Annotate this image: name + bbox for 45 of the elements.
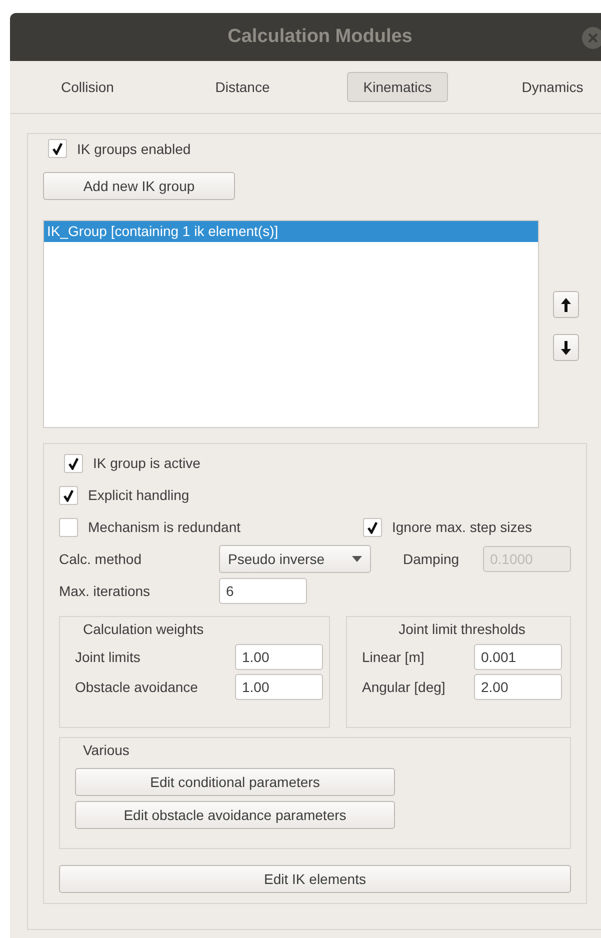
tab[interactable]: Dynamics xyxy=(506,72,600,102)
field-label: Damping xyxy=(402,551,460,567)
checkmark-icon xyxy=(52,142,63,155)
checkbox[interactable] xyxy=(64,454,83,472)
group-title: Various xyxy=(82,742,130,758)
checkbox-label: Mechanism is redundant xyxy=(88,519,241,535)
checkbox-label: Ignore max. step sizes xyxy=(392,519,532,535)
move-down-button[interactable] xyxy=(553,334,579,361)
checkbox-label: IK group is active xyxy=(93,455,200,471)
window-title: Calculation Modules xyxy=(228,26,412,48)
edit-parameters-button[interactable]: Edit conditional parameters xyxy=(75,768,395,796)
tab[interactable]: Collision xyxy=(45,72,130,102)
weight-field[interactable]: 1.00 xyxy=(235,644,323,670)
list-item[interactable]: IK_Group [containing 1 ik element(s)] xyxy=(44,221,538,242)
field-label: Linear [m] xyxy=(362,649,426,665)
checkbox[interactable] xyxy=(48,139,67,158)
checkmark-icon xyxy=(68,456,79,470)
field-label: Obstacle avoidance xyxy=(75,679,199,695)
group-title: Calculation weights xyxy=(82,621,205,637)
threshold-field[interactable]: 2.00 xyxy=(474,674,562,700)
checkmark-icon xyxy=(367,520,378,534)
down-arrow-icon xyxy=(561,340,571,354)
checkmark-icon xyxy=(63,488,74,502)
checkbox[interactable] xyxy=(363,518,382,536)
checkbox-label: Explicit handling xyxy=(88,487,190,503)
field-label: Max. iterations xyxy=(59,583,152,599)
move-up-button[interactable] xyxy=(553,291,579,318)
threshold-field[interactable]: 0.001 xyxy=(474,644,562,670)
add-group-button[interactable]: Add new IK group xyxy=(43,172,235,200)
field-label: Joint limits xyxy=(75,649,142,665)
edit-elements-button[interactable]: Edit IK elements xyxy=(59,865,571,893)
calc-method-dropdown[interactable]: Pseudo inverse xyxy=(219,545,371,573)
iterations-field[interactable]: 6 xyxy=(219,578,307,604)
checkbox-label: IK groups enabled xyxy=(77,140,191,156)
caret-icon xyxy=(352,556,362,562)
tab[interactable]: Kinematics xyxy=(347,72,448,102)
tab[interactable]: Distance xyxy=(199,72,286,102)
group-title: Joint limit thresholds xyxy=(398,621,526,637)
field-label: Angular [deg] xyxy=(362,679,446,695)
checkbox[interactable] xyxy=(59,486,78,504)
up-arrow-icon xyxy=(561,298,571,312)
field-label: Calc. method xyxy=(59,551,142,567)
weight-field[interactable]: 1.00 xyxy=(235,674,323,700)
edit-parameters-button[interactable]: Edit obstacle avoidance parameters xyxy=(75,801,395,829)
checkbox[interactable] xyxy=(59,518,78,536)
